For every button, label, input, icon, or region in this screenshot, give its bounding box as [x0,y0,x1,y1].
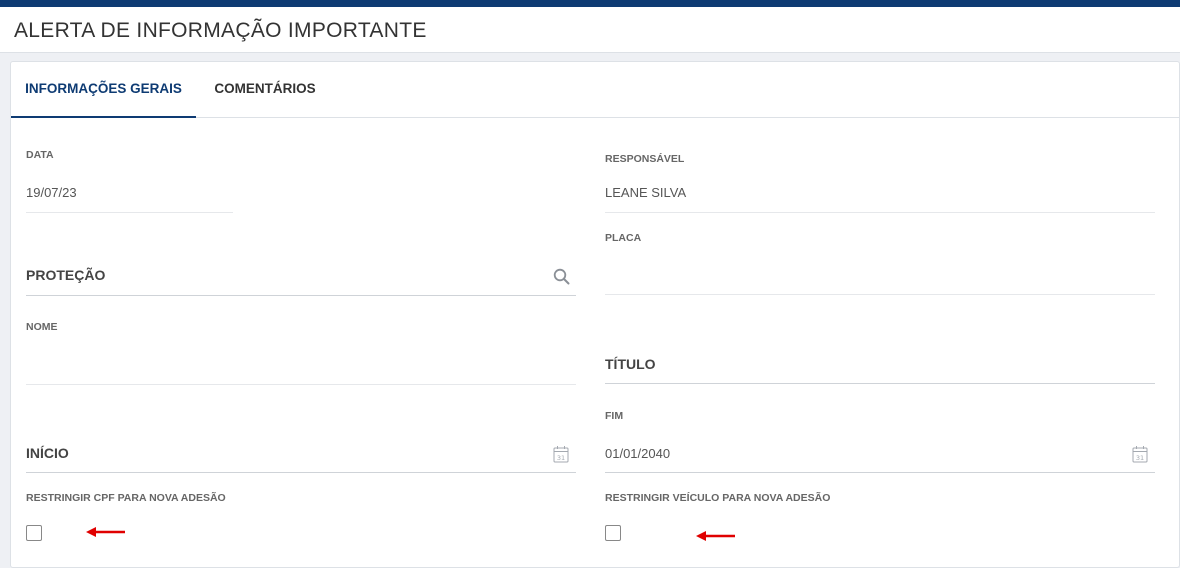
tab-bar: INFORMAÇÕES GERAIS COMENTÁRIOS [11,62,1179,118]
inicio-field-underline [26,472,576,473]
restringir-veiculo-label: RESTRINGIR VEÍCULO PARA NOVA ADESÃO [605,492,831,504]
data-value[interactable]: 19/07/23 [26,185,77,200]
restringir-cpf-label: RESTRINGIR CPF PARA NOVA ADESÃO [26,492,226,504]
placa-label: PLACA [605,232,642,244]
fim-field-underline [605,472,1155,473]
calendar-icon[interactable]: 31 [1132,445,1148,468]
red-arrow-icon [85,525,127,544]
data-label: DATA [26,149,54,161]
search-icon[interactable] [553,268,570,290]
data-field-underline [26,212,233,213]
restringir-cpf-checkbox[interactable] [26,525,42,541]
calendar-icon[interactable]: 31 [553,445,569,468]
top-accent-bar [0,0,1180,7]
page-title: ALERTA DE INFORMAÇÃO IMPORTANTE [14,19,427,42]
nome-field-underline [26,384,576,385]
svg-text:31: 31 [557,454,565,462]
red-arrow-icon [695,529,737,548]
titulo-field-underline [605,383,1155,384]
tab-informacoes-gerais[interactable]: INFORMAÇÕES GERAIS [11,62,196,118]
form-card: INFORMAÇÕES GERAIS COMENTÁRIOS DATA 19/0… [10,61,1180,568]
restringir-veiculo-checkbox[interactable] [605,525,621,541]
titulo-field[interactable]: TÍTULO [605,356,656,372]
inicio-field[interactable]: INÍCIO [26,445,69,461]
protecao-field-underline [26,295,576,296]
protecao-field[interactable]: PROTEÇÃO [26,267,105,283]
responsavel-field-underline [605,212,1155,213]
svg-text:31: 31 [1136,454,1144,462]
page-header: ALERTA DE INFORMAÇÃO IMPORTANTE [0,7,1180,53]
tab-comentarios[interactable]: COMENTÁRIOS [196,62,334,118]
nome-label: NOME [26,321,58,333]
responsavel-label: RESPONSÁVEL [605,153,685,165]
responsavel-value[interactable]: LEANE SILVA [605,185,686,200]
placa-field-underline [605,294,1155,295]
fim-value[interactable]: 01/01/2040 [605,446,670,461]
fim-label: FIM [605,410,624,422]
